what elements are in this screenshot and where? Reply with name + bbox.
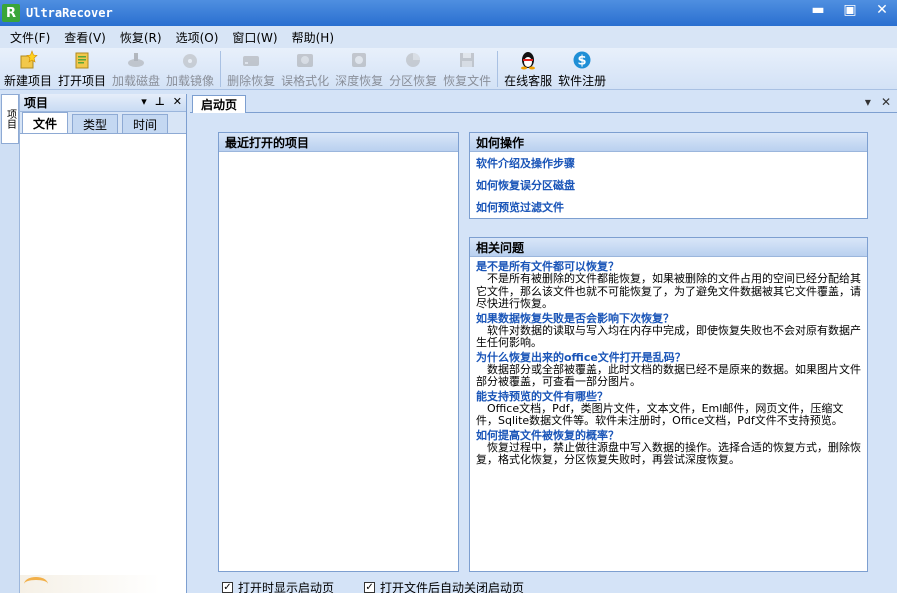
window-controls: ▬ ▣ ✕ (811, 2, 889, 18)
recent-projects-title: 最近打开的项目 (219, 133, 458, 152)
format-recover-label: 误格式化 (281, 74, 330, 88)
register-label: 软件注册 (558, 74, 607, 88)
load-disk-button[interactable]: 加载磁盘 (109, 48, 163, 89)
checkbox-checked-icon[interactable]: ✓ (364, 582, 376, 593)
partition-icon (402, 50, 424, 70)
format-drive-icon (294, 50, 316, 70)
svg-text:$: $ (578, 54, 587, 69)
show-on-open-label: 打开时显示启动页 (238, 581, 335, 593)
tab-start-page[interactable]: 启动页 (192, 95, 247, 113)
brand-swoosh-icon (20, 575, 160, 593)
faq-question[interactable]: 如果数据恢复失败是否会影响下次恢复？ (476, 312, 861, 325)
document-tab-bar: 启动页 ▾ ✕ (190, 94, 897, 113)
menu-options[interactable]: 选项(O) (176, 29, 219, 46)
start-page-options: ✓ 打开时显示启动页 ✓ 打开文件后自动关闭启动页 (222, 579, 524, 593)
panel-dropdown-icon[interactable]: ▾ (141, 95, 147, 108)
disk-icon (125, 50, 147, 70)
open-project-icon (71, 50, 93, 70)
panel-close-icon[interactable]: ✕ (173, 95, 182, 108)
minimize-button[interactable]: ▬ (811, 2, 825, 18)
app-logo-icon: R (2, 4, 20, 22)
menu-recover[interactable]: 恢复(R) (120, 29, 162, 46)
project-panel-tabs: 文件 类型 时间 (20, 112, 186, 134)
auto-close-checkbox[interactable]: ✓ 打开文件后自动关闭启动页 (364, 579, 524, 593)
recover-file-button[interactable]: 恢复文件 (440, 48, 494, 89)
panel-pin-icon[interactable]: ⊥ (155, 95, 165, 108)
disk-image-icon (179, 50, 201, 70)
menu-file[interactable]: 文件(F) (10, 29, 50, 46)
load-disk-label: 加载磁盘 (112, 74, 161, 88)
faq-answer: 数据部分或全部被覆盖，此时文档的数据已经不是原来的数据。如果图片文件部分被覆盖，… (476, 362, 861, 388)
register-button[interactable]: $ 软件注册 (555, 48, 609, 89)
deep-recover-button[interactable]: 深度恢复 (332, 48, 386, 89)
maximize-button[interactable]: ▣ (843, 2, 857, 18)
how-to-title: 如何操作 (470, 133, 867, 152)
how-to-links: 软件介绍及操作步骤 如何恢复误分区磁盘 如何预览过滤文件 (470, 152, 867, 215)
app-title: UltraRecover (26, 6, 113, 20)
checkbox-checked-icon[interactable]: ✓ (222, 582, 233, 593)
deep-scan-icon (348, 50, 370, 70)
penguin-chat-icon (517, 50, 539, 70)
link-preview-filter[interactable]: 如何预览过滤文件 (476, 199, 867, 215)
menu-bar: 文件(F) 查看(V) 恢复(R) 选项(O) 窗口(W) 帮助(H) (0, 26, 897, 48)
dollar-coin-icon: $ (571, 50, 593, 70)
delete-recover-label: 删除恢复 (227, 74, 276, 88)
new-project-button[interactable]: 新建项目 (1, 48, 55, 89)
menu-help[interactable]: 帮助(H) (292, 29, 334, 46)
tab-time[interactable]: 时间 (122, 114, 169, 133)
close-window-button[interactable]: ✕ (875, 2, 889, 18)
new-project-icon (17, 50, 39, 70)
load-image-label: 加载镜像 (166, 74, 215, 88)
how-to-box: 如何操作 软件介绍及操作步骤 如何恢复误分区磁盘 如何预览过滤文件 (469, 132, 868, 219)
faq-answer: 软件对数据的读取与写入均在内存中完成，即使恢复失败也不会对原有数据产生任何影响。 (476, 323, 861, 349)
start-page: 最近打开的项目 如何操作 软件介绍及操作步骤 如何恢复误分区磁盘 如何预览过滤文… (190, 113, 897, 593)
open-project-label: 打开项目 (58, 74, 107, 88)
faq-question[interactable]: 能支持预览的文件有哪些？ (476, 390, 861, 403)
recent-projects-box: 最近打开的项目 (218, 132, 459, 572)
partition-recover-button[interactable]: 分区恢复 (386, 48, 440, 89)
toolbar: 新建项目 打开项目 加载磁盘 加载镜像 删除恢复 误格式化 深度恢复 分区恢复 … (0, 48, 897, 90)
faq-question[interactable]: 如何提高文件被恢复的概率？ (476, 429, 861, 442)
recover-file-label: 恢复文件 (443, 74, 492, 88)
partition-recover-label: 分区恢复 (389, 74, 438, 88)
tab-file[interactable]: 文件 (22, 112, 69, 133)
show-on-open-checkbox[interactable]: ✓ 打开时显示启动页 (222, 579, 334, 593)
menu-window[interactable]: 窗口(W) (232, 29, 277, 46)
online-service-label: 在线客服 (504, 74, 553, 88)
delete-recover-button[interactable]: 删除恢复 (224, 48, 278, 89)
hard-drive-icon (240, 50, 262, 70)
deep-recover-label: 深度恢复 (335, 74, 384, 88)
format-recover-button[interactable]: 误格式化 (278, 48, 332, 89)
project-panel-header: 项目 ▾ ⊥ ✕ (20, 94, 186, 112)
link-recover-partition[interactable]: 如何恢复误分区磁盘 (476, 177, 867, 193)
side-tab-project[interactable]: 项目 (1, 94, 19, 144)
menu-view[interactable]: 查看(V) (64, 29, 106, 46)
project-panel-controls: ▾ ⊥ ✕ (141, 95, 182, 108)
tab-dropdown-icon[interactable]: ▾ (865, 95, 871, 109)
side-dock-strip: 项目 (0, 94, 20, 593)
tab-type[interactable]: 类型 (72, 114, 119, 133)
project-panel: 项目 ▾ ⊥ ✕ 文件 类型 时间 (20, 94, 187, 593)
faq-title: 相关问题 (470, 238, 867, 257)
document-tab-controls: ▾ ✕ (865, 95, 891, 109)
new-project-label: 新建项目 (4, 74, 53, 88)
faq-box: 相关问题 是不是所有文件都可以恢复？ 不是所有被删除的文件都能恢复，如果被删除的… (469, 237, 868, 572)
faq-list: 是不是所有文件都可以恢复？ 不是所有被删除的文件都能恢复，如果被删除的文件占用的… (470, 257, 867, 467)
project-panel-title: 项目 (24, 96, 49, 110)
tab-close-icon[interactable]: ✕ (881, 95, 891, 109)
faq-answer: Office文档，Pdf，类图片文件，文本文件，Eml邮件，网页文件，压缩文件，… (476, 401, 844, 427)
auto-close-label: 打开文件后自动关闭启动页 (380, 581, 525, 593)
faq-answer: 不是所有被删除的文件都能恢复，如果被删除的文件占用的空间已经分配给其它文件，那么… (476, 272, 861, 310)
toolbar-separator (497, 51, 499, 87)
open-project-button[interactable]: 打开项目 (55, 48, 109, 89)
title-bar: R UltraRecover ▬ ▣ ✕ (0, 0, 897, 26)
save-disk-icon (456, 50, 478, 70)
link-intro-steps[interactable]: 软件介绍及操作步骤 (476, 155, 867, 171)
load-image-button[interactable]: 加载镜像 (163, 48, 217, 89)
project-tree[interactable] (20, 135, 186, 593)
online-service-button[interactable]: 在线客服 (501, 48, 555, 89)
faq-question[interactable]: 为什么恢复出来的office文件打开是乱码？ (476, 351, 861, 364)
faq-answer: 恢复过程中，禁止做往源盘中写入数据的操作。选择合适的恢复方式，删除恢复，格式化恢… (476, 440, 861, 466)
toolbar-separator (220, 51, 222, 87)
